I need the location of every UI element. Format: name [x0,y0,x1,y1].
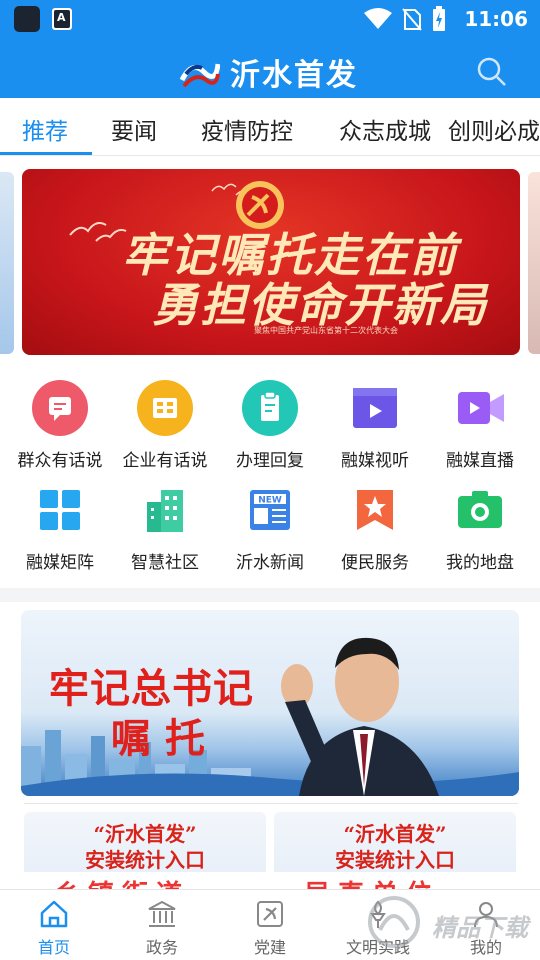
shortcut-my-territory[interactable]: 我的地盘 [427,476,533,576]
wifi-icon [364,8,393,29]
clipboard-icon [242,380,298,436]
status-time: 11:06 [464,7,528,31]
site-watermark: 精品下载 [362,890,538,956]
shortcut-handling-reply[interactable]: 办理回复 [217,374,323,474]
banner-slide[interactable]: 牢记嘱托走在前 勇担使命开新局 聚焦中国共产党山东省第十二次代表大会 [22,169,520,355]
shortcut-label: 办理回复 [236,451,304,471]
shortcut-label: 便民服务 [341,553,409,573]
shortcut-label: 企业有话说 [122,451,208,471]
promo-strip-text: 乡镇街道 [54,874,190,890]
shortcut-media-live[interactable]: 融媒直播 [427,374,533,474]
text-notification-icon: A [52,8,72,30]
promo-strip-text: 局直单位 [304,874,440,890]
star-bookmark-icon [357,490,393,530]
search-icon[interactable] [474,54,510,90]
promo-quote: “沂水首发” [93,822,197,846]
tab-create[interactable]: 创则必成 [448,112,540,146]
shortcut-public-voice[interactable]: 群众有话说 [7,374,113,474]
promo-subtitle: 安装统计入口 [335,848,455,872]
shortcut-media-av[interactable]: 融媒视听 [322,374,428,474]
home-icon [40,900,68,928]
channel-tabs: 推荐 要闻 疫情防控 众志成城 创则必成 [0,98,540,156]
community-building-icon [147,490,183,532]
app-bar: 沂水首发 [0,46,540,96]
video-camera-icon [458,392,504,424]
app-header: A 11:06 沂水首发 [0,0,540,98]
svg-text:NEW: NEW [258,496,282,506]
shortcut-label: 融媒视听 [341,451,409,471]
status-right: 11:06 [364,4,528,34]
active-tab-indicator [0,152,92,155]
feature-headline-2: 嘱托 [111,715,219,762]
promo-subtitle: 安装统计入口 [85,848,205,872]
nav-label: 首页 [37,938,70,957]
grid-matrix-icon [40,490,80,530]
shortcut-enterprise-voice[interactable]: 企业有话说 [112,374,218,474]
promo-strip: 局直单位 [274,872,516,890]
shortcut-label: 沂水新闻 [236,553,304,573]
shortcut-yishui-news[interactable]: NEW 沂水新闻 [217,476,323,576]
shortcut-public-service[interactable]: 便民服务 [322,476,428,576]
nav-party[interactable]: 党建 [216,890,324,960]
newspaper-icon: NEW [250,490,290,530]
banner-caption: 聚焦中国共产党山东省第十二次代表大会 [254,326,398,335]
building-doc-icon [137,380,193,436]
watermark-text: 精品下载 [432,914,528,942]
status-bar: A 11:06 [0,0,540,38]
shortcut-smart-community[interactable]: 智慧社区 [112,476,218,576]
tab-epidemic[interactable]: 疫情防控 [201,112,293,146]
watermark-logo-icon [368,896,420,948]
tab-recommend[interactable]: 推荐 [22,112,68,146]
shortcut-label: 群众有话说 [17,451,103,471]
tab-unity[interactable]: 众志成城 [339,112,431,146]
app-notification-icon [14,6,40,32]
promo-strip: 乡镇街道 [24,872,266,890]
feature-banner[interactable]: 牢记总书记 嘱托 [21,610,519,796]
nav-home[interactable]: 首页 [0,890,108,960]
leader-portrait-image [281,637,439,796]
nav-government[interactable]: 政务 [108,890,216,960]
promo-card-bureau[interactable]: “沂水首发” 安装统计入口 局直单位 [274,812,516,890]
nav-label: 政务 [145,938,178,957]
shortcut-label: 智慧社区 [131,553,199,573]
shortcut-label: 融媒直播 [446,451,514,471]
shortcut-grid: 群众有话说 企业有话说 办理回复 融媒视听 融媒直播 融媒矩阵 智慧社区 NEW… [0,366,540,584]
government-building-icon [148,900,176,927]
video-player-icon [353,388,397,428]
section-divider [0,588,540,602]
page-title: 沂水首发 [230,58,358,93]
shortcut-label: 融媒矩阵 [26,553,94,573]
chat-bubble-icon [32,380,88,436]
promo-quote: “沂水首发” [343,822,447,846]
yishui-logo-icon [180,63,220,88]
battery-charging-icon [433,6,446,31]
no-sim-icon [402,8,423,31]
banner-carousel[interactable]: 牢记嘱托走在前 勇担使命开新局 聚焦中国共产党山东省第十二次代表大会 [0,160,540,360]
camera-icon [458,491,502,528]
carousel-prev-slide[interactable] [0,172,14,354]
party-emblem-icon [257,901,283,927]
nav-label: 党建 [253,938,286,957]
shortcut-label: 我的地盘 [446,553,514,573]
tab-headlines[interactable]: 要闻 [111,112,157,146]
carousel-next-slide[interactable] [528,172,540,354]
promo-card-township[interactable]: “沂水首发” 安装统计入口 乡镇街道 [24,812,266,890]
shortcut-media-matrix[interactable]: 融媒矩阵 [7,476,113,576]
content-divider [24,803,518,804]
